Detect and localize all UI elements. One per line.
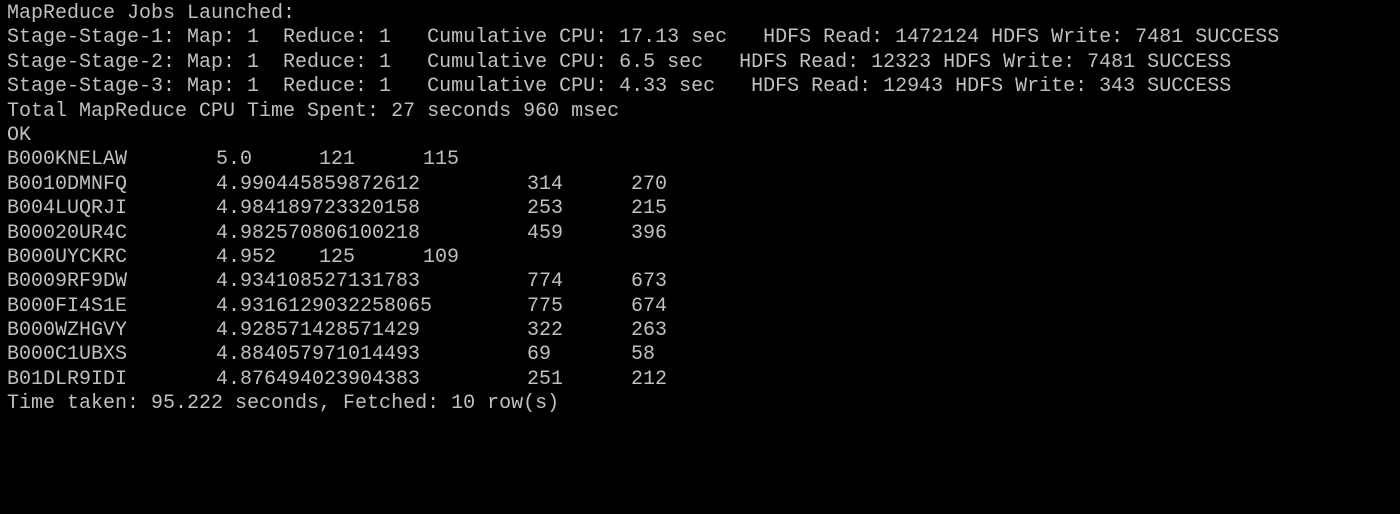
count-a: 121 [319,148,356,172]
stage-1-line: Stage-Stage-1: Map: 1 Reduce: 1 Cumulati… [7,26,1280,50]
product-id: B0009RF9DW [7,270,128,294]
result-rows: B000KNELAW 5.0 121 115 B0010DMNFQ 4.9904… [7,148,1400,392]
count-a: 775 [527,294,564,318]
avg-score: 4.952 [216,245,277,269]
avg-score: 4.9316129032258065 [216,294,433,318]
count-b: 58 [631,343,656,367]
product-id: B000C1UBXS [7,343,128,367]
result-row: B004LUQRJI 4.984189723320158 253 215 [7,197,1400,221]
product-id: B000WZHGVY [7,319,128,343]
count-b: 215 [631,197,668,221]
product-id: B00020UR4C [7,221,128,245]
result-row: B000FI4S1E 4.9316129032258065 775 674 [7,295,1400,319]
avg-score: 4.884057971014493 [216,343,421,367]
product-id: B0010DMNFQ [7,172,128,196]
count-b: 263 [631,319,668,343]
ok-line: OK [7,123,32,147]
count-a: 322 [527,319,564,343]
avg-score: 5.0 [216,148,253,172]
result-row: B000KNELAW 5.0 121 115 [7,148,1400,172]
avg-score: 4.934108527131783 [216,270,421,294]
count-b: 212 [631,367,668,391]
avg-score: 4.928571428571429 [216,319,421,343]
product-id: B004LUQRJI [7,197,128,221]
count-b: 396 [631,221,668,245]
result-row: B000C1UBXS 4.884057971014493 69 58 [7,343,1400,367]
result-row: B000UYCKRC 4.952 125 109 [7,246,1400,270]
result-row: B000WZHGVY 4.928571428571429 322 263 [7,319,1400,343]
time-taken-line: Time taken: 95.222 seconds, Fetched: 10 … [7,392,560,416]
count-a: 774 [527,270,564,294]
product-id: B01DLR9IDI [7,367,128,391]
count-b: 270 [631,172,668,196]
stage-2-line: Stage-Stage-2: Map: 1 Reduce: 1 Cumulati… [7,50,1232,74]
result-row: B0009RF9DW 4.934108527131783 774 673 [7,270,1400,294]
count-a: 69 [527,343,552,367]
avg-score: 4.984189723320158 [216,197,421,221]
count-b: 673 [631,270,668,294]
avg-score: 4.990445859872612 [216,172,421,196]
jobs-launched-line: MapReduce Jobs Launched: [7,2,296,25]
result-row: B01DLR9IDI 4.876494023904383 251 212 [7,368,1400,392]
product-id: B000KNELAW [7,148,128,172]
count-a: 251 [527,367,564,391]
result-row: B00020UR4C 4.982570806100218 459 396 [7,222,1400,246]
result-row: B0010DMNFQ 4.990445859872612 314 270 [7,173,1400,197]
avg-score: 4.982570806100218 [216,221,421,245]
stage-3-line: Stage-Stage-3: Map: 1 Reduce: 1 Cumulati… [7,75,1232,99]
count-a: 125 [319,245,356,269]
count-a: 459 [527,221,564,245]
count-a: 253 [527,197,564,221]
count-a: 314 [527,172,564,196]
count-b: 109 [423,245,460,269]
product-id: B000FI4S1E [7,294,128,318]
total-cpu-line: Total MapReduce CPU Time Spent: 27 secon… [7,99,620,123]
product-id: B000UYCKRC [7,245,128,269]
terminal-window[interactable]: MapReduce Jobs Launched: Stage-Stage-1: … [0,0,1400,416]
avg-score: 4.876494023904383 [216,367,421,391]
count-b: 674 [631,294,668,318]
count-b: 115 [423,148,460,172]
